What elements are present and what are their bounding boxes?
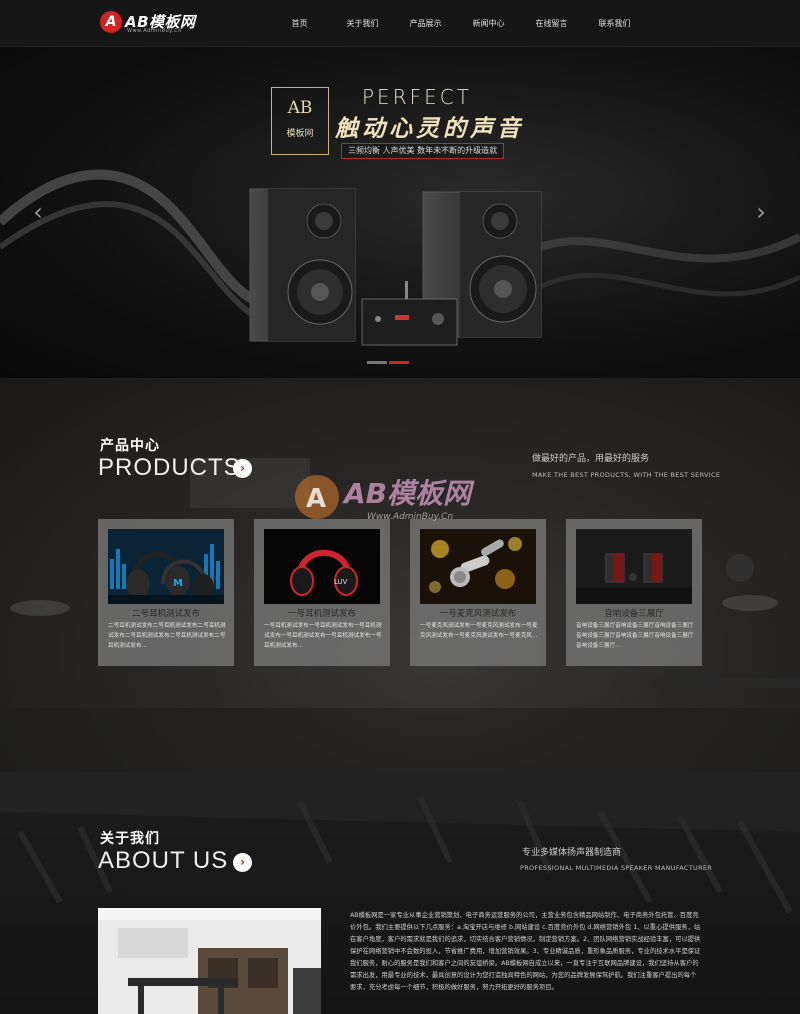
- banner-perfect-text: PERFECT: [362, 85, 472, 109]
- hero-banner: ‹ › AB 模板网 PERFECT 触动心灵的声音 三频均衡 人声优美 数年未…: [0, 47, 800, 378]
- product-image: [420, 529, 536, 604]
- product-title: 二号耳机测试发布: [131, 609, 200, 619]
- about-more-button[interactable]: ›: [233, 853, 252, 872]
- nav-item-news[interactable]: 新闻中心: [457, 0, 520, 46]
- svg-text:M: M: [173, 578, 183, 589]
- product-image: [576, 529, 692, 604]
- product-card[interactable]: 一号麦克风测试发布 一号麦克风测试发布一号麦克风测试发布一号麦克风测试发布一号麦…: [410, 519, 546, 666]
- watermark: A AB模板网 Www.AdminBuy.Cn: [292, 467, 512, 527]
- logo-mark: A: [100, 11, 122, 33]
- main-nav: 首页 关于我们 产品展示 新闻中心 在线留言 联系我们: [268, 0, 646, 46]
- product-image: M: [108, 529, 224, 604]
- about-section: 关于我们 ABOUT US › 专业多媒体扬声器制造商 PROFESSIONAL…: [0, 772, 800, 1014]
- banner-prev-arrow[interactable]: ‹: [28, 197, 48, 227]
- product-card[interactable]: LUV 一号耳机测试发布 一号耳机测试发布一号耳机测试发布一号耳机测试发布一号耳…: [254, 519, 390, 666]
- about-subtitle-en: PROFESSIONAL MULTIMEDIA SPEAKER MANUFACT…: [520, 864, 713, 872]
- about-title-en: ABOUT US: [98, 847, 229, 874]
- products-subtitle-cn: 做最好的产品，用最好的服务: [532, 454, 650, 464]
- svg-text:A: A: [306, 484, 326, 514]
- products-title-cn: 产品中心: [100, 438, 160, 454]
- about-photo: [98, 908, 321, 1014]
- product-description: 一号耳机测试发布一号耳机测试发布一号耳机测试发布一号耳机测试发布一号耳机测试发布…: [264, 623, 382, 649]
- site-header: A AB模板网 Www.AdminBuy.Cn 首页 关于我们 产品展示 新闻中…: [0, 0, 800, 47]
- product-title: 一号耳机测试发布: [287, 609, 356, 619]
- nav-item-home[interactable]: 首页: [268, 0, 331, 46]
- watermark-sub: Www.AdminBuy.Cn: [367, 512, 453, 522]
- chevron-right-icon: ›: [756, 198, 766, 226]
- product-description: 二号耳机测试发布二号耳机测试发布二号耳机测试发布二号耳机测试发布二号耳机测试发布…: [108, 623, 226, 649]
- banner-dot-1[interactable]: [367, 361, 387, 364]
- products-title-en: PRODUCTS: [98, 454, 241, 481]
- chevron-left-icon: ‹: [33, 198, 43, 226]
- arrow-right-icon: ›: [240, 855, 245, 869]
- products-more-button[interactable]: ›: [233, 459, 252, 478]
- product-card[interactable]: 音响设备三展厅 音响设备三展厅音响设备三展厅音响设备三展厅音响设备三展厅音响设备…: [566, 519, 702, 666]
- banner-brand-box: AB 模板网: [271, 87, 329, 155]
- about-text: AB模板网是一家专业从事企业营销策划、电子商务运营服务的公司，主营业务包含精品网…: [350, 912, 701, 991]
- products-subtitle-en: MAKE THE BEST PRODUCTS, WITH THE BEST SE…: [532, 471, 721, 479]
- banner-next-arrow[interactable]: ›: [751, 197, 771, 227]
- product-description: 一号麦克风测试发布一号麦克风测试发布一号麦克风测试发布一号麦克风测试发布一号麦克…: [420, 623, 538, 639]
- product-title: 一号麦克风测试发布: [439, 609, 517, 619]
- svg-text:LUV: LUV: [334, 578, 348, 586]
- product-card[interactable]: M 二号耳机测试发布 二号耳机测试发布二号耳机测试发布二号耳机测试发布二号耳机测…: [98, 519, 234, 666]
- banner-slogan: 触动心灵的声音: [335, 115, 524, 142]
- about-subtitle-cn: 专业多媒体扬声器制造商: [522, 848, 622, 858]
- nav-item-contact[interactable]: 联系我们: [583, 0, 646, 46]
- site-logo[interactable]: A AB模板网 Www.AdminBuy.Cn: [100, 11, 210, 37]
- banner-tagline: 三频均衡 人声优美 数年未不断的升级造就: [341, 143, 505, 159]
- product-title: 音响设备三展厅: [604, 609, 664, 619]
- banner-dot-2[interactable]: [389, 361, 409, 364]
- product-image: LUV: [264, 529, 380, 604]
- banner-brand-ab: AB: [287, 98, 313, 118]
- arrow-right-icon: ›: [240, 461, 245, 475]
- product-description: 音响设备三展厅音响设备三展厅音响设备三展厅音响设备三展厅音响设备三展厅音响设备三…: [576, 623, 694, 649]
- products-section: 产品中心 PRODUCTS › 做最好的产品，用最好的服务 MAKE THE B…: [0, 378, 800, 772]
- logo-subtitle: Www.AdminBuy.Cn: [127, 28, 182, 34]
- nav-item-about[interactable]: 关于我们: [331, 0, 394, 46]
- banner-brand-cn: 模板网: [286, 129, 314, 139]
- watermark-text: AB模板网: [342, 477, 475, 510]
- banner-pagination: [367, 361, 409, 364]
- nav-item-message[interactable]: 在线留言: [520, 0, 583, 46]
- nav-item-products[interactable]: 产品展示: [394, 0, 457, 46]
- about-title-cn: 关于我们: [100, 831, 160, 847]
